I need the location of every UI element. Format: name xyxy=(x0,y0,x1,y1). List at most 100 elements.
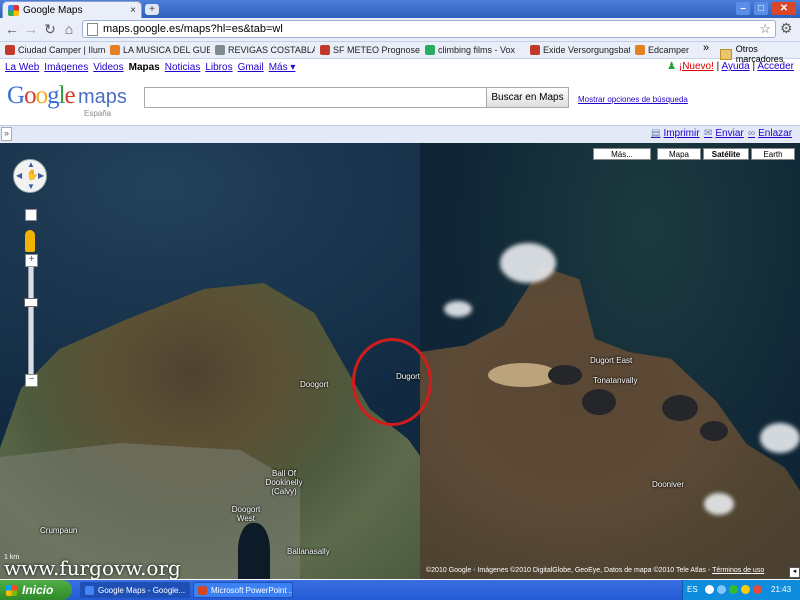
zoom-out-button[interactable]: − xyxy=(25,374,38,387)
bookmark-label: Exide Versorgungsbat... xyxy=(543,45,630,55)
bookmark-item[interactable]: climbing films - Vox xyxy=(425,45,525,55)
home-icon[interactable]: ⌂ xyxy=(61,21,77,37)
terms-link[interactable]: Términos de uso xyxy=(712,567,764,574)
nuevo-link[interactable]: ¡Nuevo! xyxy=(679,61,714,72)
gbar-link-more[interactable]: Más ▾ xyxy=(269,62,296,73)
bookmark-favicon-icon xyxy=(635,45,645,55)
tray-help-icon[interactable] xyxy=(705,585,714,594)
bookmark-item[interactable]: Edcamper xyxy=(635,45,705,55)
sign-in-link[interactable]: Acceder xyxy=(757,61,794,72)
pan-up-icon[interactable]: ▲ xyxy=(27,160,35,169)
tray-app-icon[interactable] xyxy=(729,585,738,594)
bookmark-item[interactable]: Ciudad Camper | Ilumi... xyxy=(5,45,105,55)
satellite-lake xyxy=(700,421,728,441)
link-link[interactable]: ∞ Enlazar xyxy=(748,128,792,139)
taskbar-item-chrome[interactable]: Google Maps - Google... xyxy=(80,582,190,598)
bookmark-favicon-icon xyxy=(215,45,225,55)
bookmark-item[interactable]: REVIGAS COSTABLAN... xyxy=(215,45,315,55)
zoom-slider-track[interactable] xyxy=(28,266,34,376)
map-type-more-button[interactable]: Más... xyxy=(593,148,651,160)
satellite-inlet xyxy=(238,523,270,579)
tray-app-icon[interactable] xyxy=(741,585,750,594)
wrench-menu-icon[interactable]: ⚙ xyxy=(780,20,793,37)
tray-network-icon[interactable] xyxy=(717,585,726,594)
satellite-cloud xyxy=(500,243,556,283)
start-label: Inicio xyxy=(22,583,54,597)
bookmarks-overflow-button[interactable]: » xyxy=(703,42,709,54)
map-label: Doogort West xyxy=(231,505,261,523)
envelope-icon: ✉ xyxy=(704,128,713,139)
bookmark-label: SF METEO Prognosen... xyxy=(333,45,420,55)
taskbar-item-label: Google Maps - Google... xyxy=(98,585,186,595)
maximize-button[interactable]: □ xyxy=(754,2,768,15)
watermark: www.furgovw.org xyxy=(4,556,181,579)
print-label: Imprimir xyxy=(663,128,700,139)
tab-google-maps[interactable]: Google Maps × xyxy=(2,1,142,18)
bookmark-item[interactable]: Exide Versorgungsbat... xyxy=(530,45,630,55)
new-tab-button[interactable]: + xyxy=(145,4,159,15)
pan-left-icon[interactable]: ◀ xyxy=(16,171,22,180)
pan-right-icon[interactable]: ▶ xyxy=(38,171,44,180)
tray-security-icon[interactable] xyxy=(753,585,762,594)
map-type-satellite-button[interactable]: Satélite xyxy=(703,148,749,160)
chain-link-icon: ∞ xyxy=(748,128,756,139)
windows-logo-icon xyxy=(6,584,17,596)
panel-toggle-button[interactable]: » xyxy=(1,127,12,141)
address-bar[interactable]: maps.google.es/maps?hl=es&tab=wl ☆ xyxy=(82,20,776,38)
chrome-icon xyxy=(85,585,94,595)
satellite-lake xyxy=(548,365,582,385)
minimize-button[interactable]: – xyxy=(736,2,750,15)
gbar-link-books[interactable]: Libros xyxy=(205,62,232,73)
close-window-button[interactable]: ✕ xyxy=(772,2,796,15)
gbar-link-web[interactable]: La Web xyxy=(5,62,39,73)
bookmark-favicon-icon xyxy=(320,45,330,55)
bookmark-favicon-icon xyxy=(110,45,120,55)
copyright-text: ©2010 Google - Imágenes ©2010 DigitalGlo… xyxy=(426,567,711,574)
bookmark-label: REVIGAS COSTABLAN... xyxy=(228,45,315,55)
map-label: Dugort East xyxy=(590,356,633,365)
map-canvas[interactable]: Doogort Dugort Dugort East Tonatanvally … xyxy=(0,143,800,579)
bookmark-label: Edcamper xyxy=(648,45,690,55)
gbar-separator: | xyxy=(716,61,720,72)
print-link[interactable]: ▤ Imprimir xyxy=(651,128,700,139)
link-label: Enlazar xyxy=(758,128,793,139)
map-type-map-button[interactable]: Mapa xyxy=(657,148,701,160)
send-label: Enviar xyxy=(715,128,744,139)
search-input[interactable] xyxy=(144,87,486,108)
zoom-slider-handle[interactable] xyxy=(24,298,38,307)
taskbar-item-powerpoint[interactable]: Microsoft PowerPoint ... xyxy=(193,582,293,598)
google-maps-logo[interactable]: Google maps España xyxy=(7,82,127,118)
bookmarks-bar: Ciudad Camper | Ilumi... LA MUSICA DEL G… xyxy=(0,42,800,64)
bookmark-favicon-icon xyxy=(530,45,540,55)
map-type-earth-button[interactable]: Earth xyxy=(751,148,795,160)
send-link[interactable]: ✉ Enviar xyxy=(704,128,744,139)
gbar-link-images[interactable]: Imágenes xyxy=(44,62,88,73)
language-indicator[interactable]: ES xyxy=(687,585,698,594)
bookmark-item[interactable]: SF METEO Prognosen... xyxy=(320,45,420,55)
map-label: Ball Of Dookinelly (Calvy) xyxy=(265,469,303,496)
overview-toggle-button[interactable]: ◂ xyxy=(789,567,800,578)
satellite-cloud xyxy=(704,493,734,515)
search-options-link[interactable]: Mostrar opciones de búsqueda xyxy=(578,95,688,104)
reset-view-button[interactable] xyxy=(25,209,37,221)
search-maps-button[interactable]: Buscar en Maps xyxy=(486,87,569,108)
bookmark-item[interactable]: LA MUSICA DEL GUET... xyxy=(110,45,210,55)
map-label: Doogort xyxy=(300,380,329,389)
bookmark-star-icon[interactable]: ☆ xyxy=(759,21,771,37)
map-label: Crumpaun xyxy=(40,526,78,535)
pan-down-icon[interactable]: ▼ xyxy=(27,182,35,191)
reload-icon[interactable]: ↻ xyxy=(42,21,58,37)
forward-arrow-icon[interactable]: → xyxy=(23,21,39,37)
satellite-lake xyxy=(582,389,616,415)
tab-close-icon[interactable]: × xyxy=(130,5,136,16)
gbar-link-news[interactable]: Noticias xyxy=(165,62,201,73)
start-button[interactable]: Inicio xyxy=(0,580,72,600)
help-link[interactable]: Ayuda xyxy=(722,61,750,72)
browser-toolbar: ← → ↻ ⌂ maps.google.es/maps?hl=es&tab=wl… xyxy=(0,18,800,42)
gbar-link-gmail[interactable]: Gmail xyxy=(238,62,264,73)
pan-control[interactable]: ▲ ▼ ◀ ▶ ✋ xyxy=(13,159,47,193)
street-view-pegman-icon[interactable] xyxy=(25,230,35,252)
gbar-link-videos[interactable]: Videos xyxy=(93,62,123,73)
back-arrow-icon[interactable]: ← xyxy=(4,21,20,37)
satellite-cloud xyxy=(444,301,472,317)
